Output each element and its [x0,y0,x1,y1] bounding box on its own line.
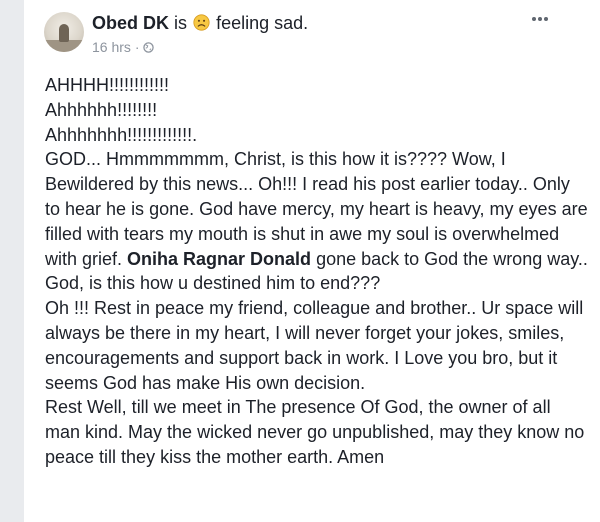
avatar[interactable] [44,12,84,52]
globe-icon[interactable] [143,42,155,53]
more-options-icon[interactable] [528,10,552,28]
post-header: Obed DK is feeling sad. 16 hrs · [24,0,600,70]
author-name[interactable]: Obed DK [92,13,169,33]
post-line-1: AHHHH!!!!!!!!!!!! [45,75,170,95]
post-paragraph-1: GOD... Hmmmmmmm, Christ, is this how it … [45,147,589,296]
post-line-3: Ahhhhhhh!!!!!!!!!!!!!. [45,124,198,145]
post-paragraph-3: Rest Well, till we meet in The presence … [45,397,585,467]
post-paragraph-2: Oh !!! Rest in peace my friend, colleagu… [45,298,584,393]
is-text: is [174,13,188,33]
post-time[interactable]: 16 hrs [92,39,131,55]
post-line-2: Ahhhhhh!!!!!!!! [45,99,158,120]
avatar-figure [59,24,69,42]
author-line: Obed DK is feeling sad. [92,11,308,35]
mentioned-user-link[interactable]: Oniha Ragnar Donald [127,249,311,269]
sad-face-icon [193,14,210,31]
feeling-text: feeling sad. [216,13,309,33]
post-meta: 16 hrs · [92,38,155,56]
post-body: AHHHH!!!!!!!!!!!! Ahhhhhh!!!!!!!! Ahhhhh… [45,73,589,470]
post-card: Obed DK is feeling sad. 16 hrs · AHHHH!!… [24,0,600,522]
meta-separator: · [134,39,140,55]
